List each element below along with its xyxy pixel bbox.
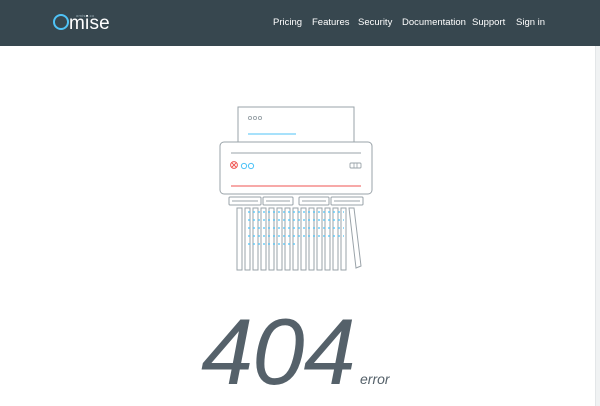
error-label: error	[360, 371, 390, 387]
shredder-slots	[228, 196, 364, 206]
shredded-strips	[236, 207, 362, 271]
error-code: 404	[201, 299, 356, 404]
